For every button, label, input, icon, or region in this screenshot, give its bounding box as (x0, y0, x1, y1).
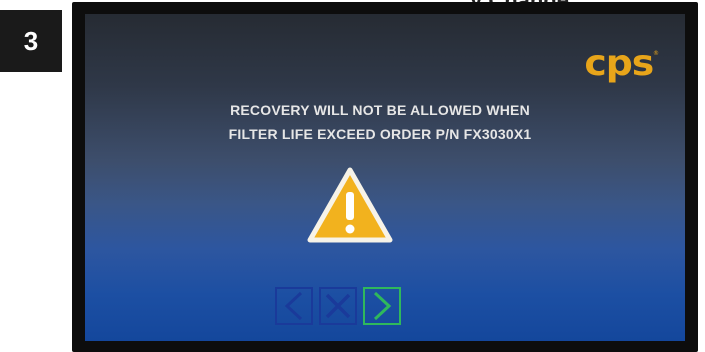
warning-triangle-icon (307, 167, 393, 243)
warning-message: RECOVERY WILL NOT BE ALLOWED WHEN FILTER… (85, 98, 685, 146)
warning-message-line-2: FILTER LIFE EXCEED ORDER P/N FX3030X1 (228, 126, 532, 142)
cancel-button[interactable] (319, 287, 357, 325)
navigation-buttons (275, 287, 401, 325)
chevron-left-icon (284, 291, 303, 321)
cps-logo: cps ® (584, 43, 659, 84)
cps-logo-text: cps (584, 43, 655, 84)
warning-message-line-1: RECOVERY WILL NOT BE ALLOWED WHEN (230, 102, 530, 118)
device-screen: cps ® RECOVERY WILL NOT BE ALLOWED WHEN … (85, 14, 685, 341)
next-button[interactable] (363, 287, 401, 325)
registered-mark: ® (653, 50, 659, 57)
close-x-icon (325, 293, 351, 319)
back-button[interactable] (275, 287, 313, 325)
chevron-right-icon (373, 291, 392, 321)
step-number-badge: 3 (0, 10, 62, 72)
